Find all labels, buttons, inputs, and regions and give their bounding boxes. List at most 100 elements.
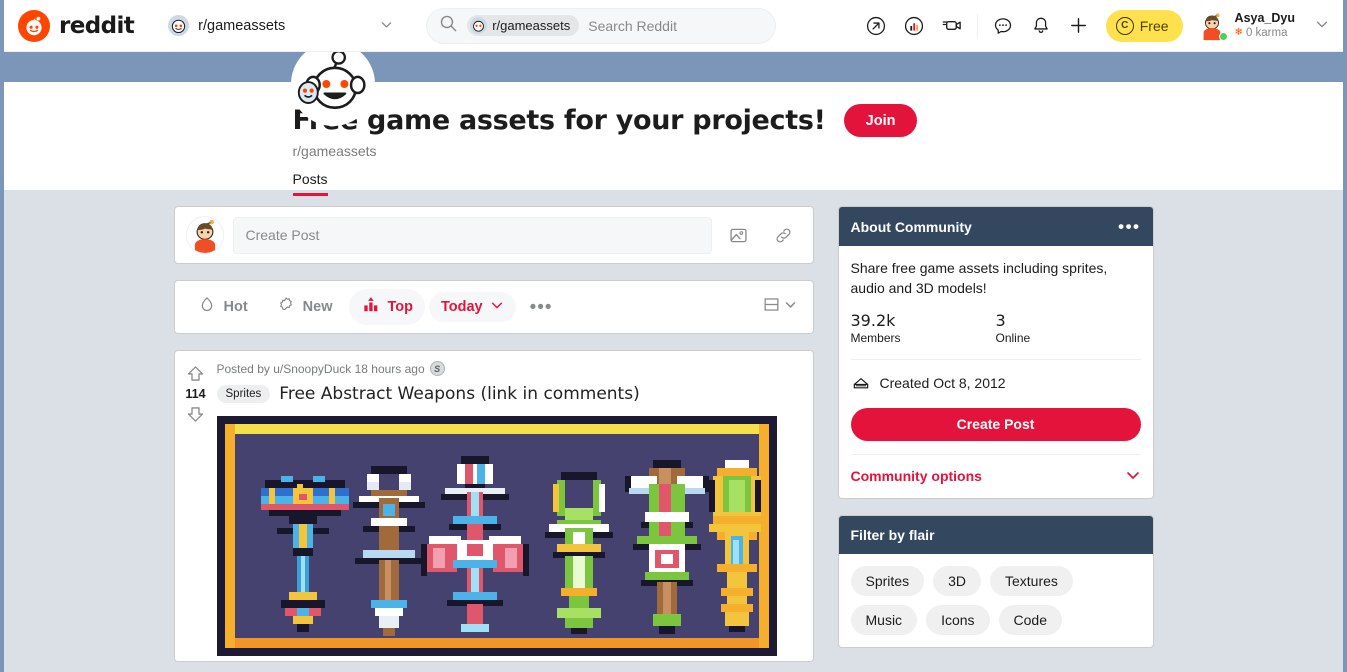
search-placeholder-text: Search Reddit xyxy=(588,17,677,34)
reddit-logo-icon xyxy=(18,9,50,42)
flair-chip-code[interactable]: Code xyxy=(998,604,1062,635)
bell-icon[interactable] xyxy=(1022,7,1060,45)
created-date-label: Created Oct 8, 2012 xyxy=(879,375,1006,392)
subreddit-name-label: r/gameassets xyxy=(198,17,286,34)
subreddit-banner xyxy=(4,52,1343,82)
reddit-coin-icon: C xyxy=(1115,16,1134,35)
nav-right-group: C Free Asya_Dyu ❄ 0 karma xyxy=(857,7,1343,45)
create-post-bar: Create Post xyxy=(173,206,814,264)
sparkle-icon xyxy=(276,295,296,319)
avatar xyxy=(1196,10,1228,41)
community-options-label: Community options xyxy=(850,468,982,485)
current-user-avatar xyxy=(185,216,224,254)
community-description: Share free game assets including sprites… xyxy=(850,260,1108,297)
share-icon[interactable] xyxy=(857,7,895,45)
time-filter-dropdown[interactable]: Today xyxy=(429,292,516,322)
user-menu[interactable]: Asya_Dyu ❄ 0 karma xyxy=(1193,9,1299,43)
user-karma-row: ❄ 0 karma xyxy=(1235,26,1295,40)
post-title[interactable]: Free Abstract Weapons (link in comments) xyxy=(279,384,639,404)
image-icon[interactable] xyxy=(721,217,757,253)
subreddit-title-row: Free game assets for your projects! Join xyxy=(293,82,1240,137)
silver-award-icon[interactable]: S xyxy=(429,361,445,376)
cake-icon xyxy=(851,372,871,395)
username-label: Asya_Dyu xyxy=(1234,10,1295,25)
filter-by-flair-body: Sprites 3D Textures Music Icons Code xyxy=(839,554,1153,647)
online-count: 3 xyxy=(995,310,1006,330)
chevron-down-icon xyxy=(490,298,504,316)
create-post-placeholder: Create Post xyxy=(245,227,320,243)
about-community-header: About Community ••• xyxy=(838,207,1153,246)
subreddit-header-inner: Free game assets for your projects! Join… xyxy=(108,42,1240,196)
subreddit-avatar-large-icon xyxy=(290,42,375,126)
filter-by-flair-header: Filter by flair xyxy=(838,515,1153,554)
nav-divider xyxy=(976,13,978,38)
online-stat: 3 Online xyxy=(996,311,1141,345)
search-input[interactable]: r/gameassets Search Reddit xyxy=(426,7,777,44)
subreddit-handle: r/gameassets xyxy=(292,143,377,159)
create-post-button[interactable]: Create Post xyxy=(850,407,1141,441)
chevron-down-icon[interactable] xyxy=(380,18,393,34)
karma-label: 0 karma xyxy=(1245,27,1288,40)
about-community-title: About Community xyxy=(850,218,972,235)
chevron-down-icon xyxy=(1125,467,1141,486)
members-label: Members xyxy=(850,330,901,345)
nav-left-group: reddit r/gameassets xyxy=(4,9,393,42)
popular-icon[interactable] xyxy=(895,7,933,45)
sort-hot-label: Hot xyxy=(223,299,248,315)
filter-by-flair-card: Filter by flair Sprites 3D Textures Musi… xyxy=(837,514,1154,648)
user-menu-chevron-down-icon[interactable] xyxy=(1315,17,1329,34)
flair-chip-music[interactable]: Music xyxy=(850,604,918,635)
free-badge-label: Free xyxy=(1139,17,1169,34)
flair-chip-textures[interactable]: Textures xyxy=(989,565,1073,596)
vote-column: 114 xyxy=(174,351,217,661)
free-coins-badge[interactable]: C Free xyxy=(1105,9,1183,42)
create-post-input[interactable]: Create Post xyxy=(232,216,712,254)
post-image[interactable] xyxy=(216,416,805,661)
post-body: Posted by u/SnoopyDuck 18 hours ago S Sp… xyxy=(216,351,813,661)
post-meta: Posted by u/SnoopyDuck 18 hours ago S xyxy=(217,359,805,376)
main-column: Create Post Hot New Top Today ••• 114 Po… xyxy=(173,206,814,664)
filter-by-flair-title: Filter by flair xyxy=(850,526,935,543)
sidebar: About Community ••• Share free game asse… xyxy=(837,206,1154,664)
plus-icon[interactable] xyxy=(1060,7,1098,45)
join-button[interactable]: Join xyxy=(843,104,918,137)
online-label: Online xyxy=(995,330,1031,345)
search-chip-label: r/gameassets xyxy=(492,18,571,33)
online-status-dot xyxy=(1218,31,1228,41)
members-count: 39.2k xyxy=(850,310,896,330)
video-icon[interactable] xyxy=(933,7,971,45)
card-view-icon xyxy=(762,295,781,319)
user-info: Asya_Dyu ❄ 0 karma xyxy=(1235,11,1295,40)
about-community-menu-button[interactable]: ••• xyxy=(1118,218,1140,235)
bar-chart-icon xyxy=(361,295,381,319)
about-community-body: Share free game assets including sprites… xyxy=(839,246,1153,498)
sort-top-button[interactable]: Top xyxy=(348,289,425,325)
search-container: r/gameassets Search Reddit xyxy=(426,7,777,44)
about-community-card: About Community ••• Share free game asse… xyxy=(837,206,1154,499)
sort-more-options-button[interactable]: ••• xyxy=(520,298,563,317)
chat-icon[interactable] xyxy=(984,7,1022,45)
flair-chip-3d[interactable]: 3D xyxy=(933,565,981,596)
flair-chip-icons[interactable]: Icons xyxy=(926,604,990,635)
post-author-line[interactable]: Posted by u/SnoopyDuck 18 hours ago xyxy=(217,362,425,376)
upvote-button[interactable] xyxy=(185,363,206,384)
community-options-toggle[interactable]: Community options xyxy=(851,455,1141,486)
search-scope-chip[interactable]: r/gameassets xyxy=(467,15,580,36)
current-subreddit-selector[interactable]: r/gameassets xyxy=(168,15,393,36)
search-chip-avatar-icon xyxy=(470,17,488,34)
search-icon xyxy=(439,14,458,38)
post-flair[interactable]: Sprites xyxy=(216,385,271,403)
page-content: Create Post Hot New Top Today ••• 114 Po… xyxy=(173,190,1174,664)
link-icon[interactable] xyxy=(766,217,802,253)
view-mode-selector[interactable] xyxy=(762,295,803,319)
reddit-home-link[interactable]: reddit xyxy=(18,9,135,42)
tab-posts[interactable]: Posts xyxy=(292,171,328,196)
community-stats: 39.2k Members 3 Online xyxy=(851,311,1141,345)
sort-new-label: New xyxy=(302,299,333,315)
page-title: Free game assets for your projects! xyxy=(292,105,826,136)
post-sort-bar: Hot New Top Today ••• xyxy=(173,280,814,334)
flair-chip-sprites[interactable]: Sprites xyxy=(850,565,925,596)
sort-hot-button[interactable]: Hot xyxy=(185,289,260,325)
sort-new-button[interactable]: New xyxy=(264,289,345,325)
downvote-button[interactable] xyxy=(185,404,206,425)
